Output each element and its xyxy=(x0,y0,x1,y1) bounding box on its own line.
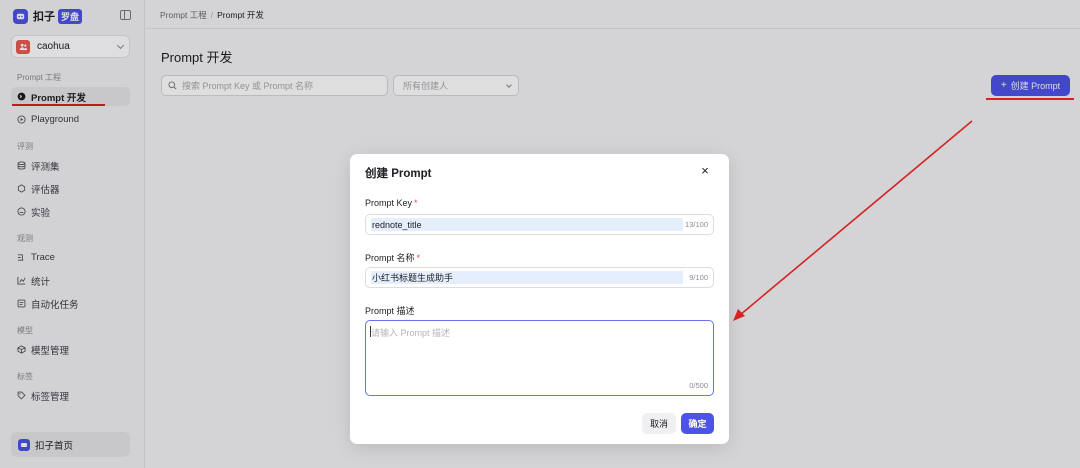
prompt-name-label-text: Prompt 名称 xyxy=(365,253,415,263)
prompt-key-field[interactable]: rednote_title 13/100 xyxy=(365,214,714,235)
prompt-desc-label: Prompt 描述 xyxy=(365,306,415,316)
prompt-desc-placeholder: 请输入 Prompt 描述 xyxy=(371,328,451,338)
required-mark: * xyxy=(416,253,421,263)
prompt-key-label: Prompt Key * xyxy=(365,198,418,208)
confirm-button[interactable]: 确定 xyxy=(681,413,714,434)
prompt-desc-counter: 0/500 xyxy=(689,381,708,390)
close-icon[interactable]: × xyxy=(699,164,711,177)
prompt-name-counter: 9/100 xyxy=(689,273,708,282)
prompt-key-value: rednote_title xyxy=(371,218,683,231)
prompt-key-counter: 13/100 xyxy=(685,220,708,229)
prompt-desc-textarea[interactable]: 请输入 Prompt 描述 0/500 xyxy=(365,320,714,396)
cancel-button[interactable]: 取消 xyxy=(642,413,676,434)
required-mark: * xyxy=(414,198,418,208)
prompt-name-field[interactable]: 小红书标题生成助手 9/100 xyxy=(365,267,714,288)
prompt-name-label: Prompt 名称 * xyxy=(365,251,420,264)
prompt-name-value: 小红书标题生成助手 xyxy=(371,271,683,284)
dialog-title: 创建 Prompt xyxy=(365,168,432,180)
prompt-key-label-text: Prompt Key xyxy=(365,198,413,208)
create-prompt-dialog: 创建 Prompt × Prompt Key * rednote_title 13… xyxy=(350,154,729,444)
